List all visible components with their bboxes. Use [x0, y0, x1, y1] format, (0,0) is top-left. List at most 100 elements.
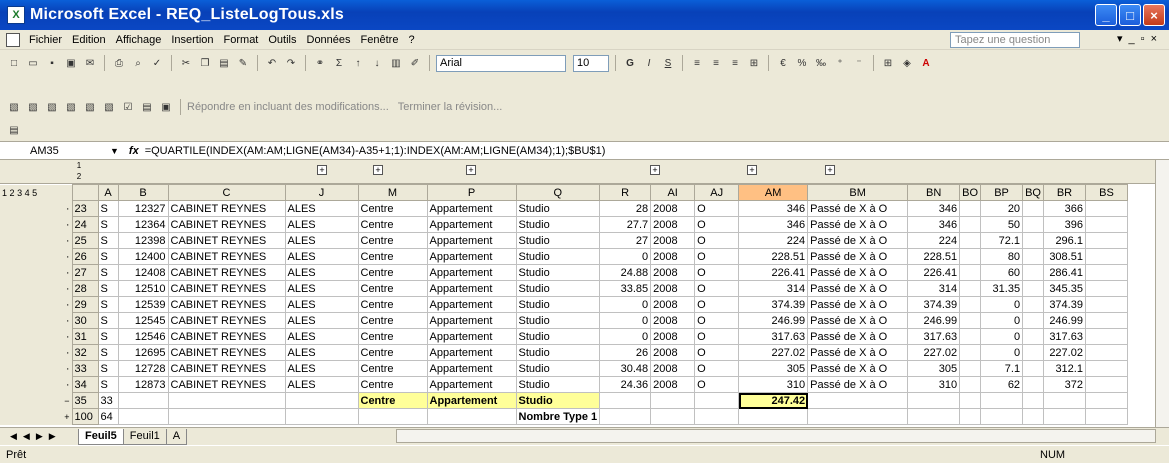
cell[interactable]: 2008	[650, 264, 696, 281]
cell[interactable]: CABINET REYNES	[167, 312, 286, 329]
expand-icon[interactable]: +	[466, 165, 476, 175]
cell[interactable]: Studio	[515, 216, 601, 233]
cell[interactable]: Passé de X à O	[807, 216, 909, 233]
expand-icon[interactable]: +	[650, 165, 660, 175]
cell[interactable]: CABINET REYNES	[167, 248, 286, 265]
col-header-j[interactable]: J	[284, 184, 359, 201]
font-color-icon[interactable]: A	[918, 55, 934, 71]
chart-wizard-icon[interactable]: ▥	[388, 55, 404, 71]
cell[interactable]: Passé de X à O	[807, 248, 909, 265]
cell[interactable]: Passé de X à O	[807, 312, 909, 329]
cell[interactable]: S	[97, 200, 119, 217]
cell[interactable]: 12545	[117, 312, 169, 329]
menu-fichier[interactable]: Fichier	[24, 34, 67, 46]
copy-icon[interactable]: ❐	[197, 55, 213, 71]
row-header[interactable]: 29	[71, 296, 99, 313]
row-header[interactable]: 26	[71, 248, 99, 265]
review-icon-9[interactable]: ▣	[158, 99, 174, 115]
cell[interactable]: 24.88	[599, 264, 652, 281]
cell[interactable]: 24.36	[599, 376, 652, 393]
cell[interactable]	[1022, 248, 1044, 265]
menu-insertion[interactable]: Insertion	[166, 34, 218, 46]
cell[interactable]: Studio	[515, 264, 601, 281]
cell[interactable]: Studio	[515, 200, 601, 217]
row-header[interactable]: 31	[71, 328, 99, 345]
italic-icon[interactable]: I	[641, 55, 657, 71]
outline-col-level-2[interactable]: 2	[74, 172, 84, 182]
cell[interactable]: CABINET REYNES	[167, 232, 286, 249]
row-header[interactable]: 35	[71, 392, 99, 409]
cell[interactable]: 227.02	[907, 344, 961, 361]
cell[interactable]: Studio	[515, 248, 601, 265]
active-cell-am35[interactable]: 247.42	[738, 392, 809, 409]
cell[interactable]: O	[694, 264, 740, 281]
row-header[interactable]: 23	[71, 200, 99, 217]
collapse-icon[interactable]: −	[0, 392, 73, 409]
col-header-q[interactable]: Q	[515, 184, 601, 201]
cell[interactable]	[1084, 312, 1128, 329]
cell[interactable]: Passé de X à O	[807, 328, 909, 345]
cell[interactable]: 346	[738, 200, 809, 217]
cell[interactable]	[959, 376, 982, 393]
cell[interactable]: 246.99	[907, 312, 961, 329]
expand-icon[interactable]: +	[747, 165, 757, 175]
cell[interactable]: Studio	[515, 392, 601, 409]
row-header[interactable]: 33	[71, 360, 99, 377]
cell[interactable]	[959, 200, 982, 217]
expand-row-icon[interactable]: +	[0, 408, 73, 425]
col-header-r[interactable]: R	[599, 184, 652, 201]
cell[interactable]: Appartement	[426, 312, 517, 329]
cell[interactable]: O	[694, 312, 740, 329]
col-header-br[interactable]: BR	[1042, 184, 1086, 201]
cell[interactable]: 0	[980, 296, 1024, 313]
cell[interactable]: Centre	[357, 248, 428, 265]
cell[interactable]: 72.1	[980, 232, 1024, 249]
cell[interactable]: Appartement	[426, 392, 517, 409]
select-all-corner[interactable]	[71, 184, 99, 201]
cell[interactable]: 314	[907, 280, 961, 297]
bold-icon[interactable]: G	[622, 55, 638, 71]
cell[interactable]: 12539	[117, 296, 169, 313]
cell[interactable]: S	[97, 248, 119, 265]
expand-icon[interactable]: +	[317, 165, 327, 175]
cell[interactable]: 396	[1042, 216, 1086, 233]
row-header[interactable]: 27	[71, 264, 99, 281]
cell[interactable]: O	[694, 328, 740, 345]
cell[interactable]: 246.99	[738, 312, 809, 329]
cell[interactable]: ALES	[284, 296, 359, 313]
cell[interactable]: Centre	[357, 200, 428, 217]
cell[interactable]: O	[694, 248, 740, 265]
cell[interactable]: Nombre Type 1	[515, 408, 601, 425]
cut-icon[interactable]: ✂	[178, 55, 194, 71]
cell[interactable]	[1084, 264, 1128, 281]
increase-decimal-icon[interactable]: ⁺	[832, 55, 848, 71]
cell[interactable]: 12400	[117, 248, 169, 265]
cell[interactable]: CABINET REYNES	[167, 264, 286, 281]
cell[interactable]	[1022, 264, 1044, 281]
cell[interactable]: O	[694, 296, 740, 313]
hyperlink-icon[interactable]: ⚭	[312, 55, 328, 71]
cell[interactable]: 30.48	[599, 360, 652, 377]
cell[interactable]: 2008	[650, 200, 696, 217]
cell[interactable]: 246.99	[1042, 312, 1086, 329]
col-header-bs[interactable]: BS	[1084, 184, 1128, 201]
col-header-bq[interactable]: BQ	[1022, 184, 1044, 201]
cell[interactable]: O	[694, 280, 740, 297]
cell[interactable]: Appartement	[426, 376, 517, 393]
document-window-buttons[interactable]: ▾_▫×	[1117, 32, 1163, 45]
cell[interactable]: CABINET REYNES	[167, 296, 286, 313]
col-header-bo[interactable]: BO	[959, 184, 982, 201]
cell[interactable]: ALES	[284, 264, 359, 281]
cell[interactable]: 366	[1042, 200, 1086, 217]
cell[interactable]: O	[694, 344, 740, 361]
outline-level-2[interactable]: 2	[10, 188, 15, 198]
cell[interactable]: 314	[738, 280, 809, 297]
cell[interactable]: 2008	[650, 280, 696, 297]
cell[interactable]	[1084, 360, 1128, 377]
font-size-select[interactable]: 10	[573, 54, 609, 72]
cell[interactable]: ALES	[284, 360, 359, 377]
cell[interactable]	[1084, 296, 1128, 313]
cell[interactable]	[959, 296, 982, 313]
cell[interactable]	[959, 248, 982, 265]
close-button[interactable]: ×	[1143, 4, 1165, 26]
